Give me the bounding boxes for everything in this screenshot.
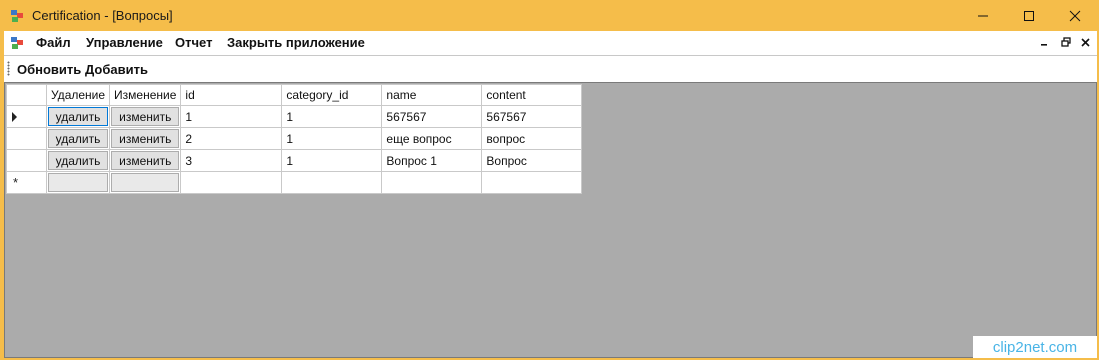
edit-button[interactable]: изменить <box>111 129 180 148</box>
top-left-header-cell[interactable] <box>6 84 47 106</box>
table-row: удалить изменить 2 1 еще вопрос вопрос <box>6 127 583 150</box>
column-header-name[interactable]: name <box>381 84 483 106</box>
main-window: Файл Управление Отчет Закрыть приложение… <box>4 31 1097 358</box>
cell-name[interactable]: еще вопрос <box>381 127 483 150</box>
column-header-content[interactable]: content <box>481 84 583 106</box>
edit-cell: изменить <box>109 127 182 150</box>
delete-button[interactable]: удалить <box>48 107 109 126</box>
edit-button[interactable]: изменить <box>111 151 180 170</box>
header-row: Удаление Изменение id category_id name c… <box>6 84 583 106</box>
cell-name[interactable]: 567567 <box>381 105 483 128</box>
refresh-button[interactable]: Обновить <box>17 62 81 77</box>
cell-content[interactable]: Вопрос <box>481 149 583 172</box>
edit-cell <box>109 171 182 194</box>
row-header[interactable] <box>6 149 47 172</box>
column-header-delete[interactable]: Удаление <box>45 84 111 106</box>
title-bar: Certification - [Вопросы] <box>0 0 1099 31</box>
cell-category-id[interactable]: 1 <box>281 105 383 128</box>
menu-file[interactable]: Файл <box>34 35 73 50</box>
new-cell-category-id[interactable] <box>281 171 383 194</box>
delete-cell: удалить <box>45 105 111 128</box>
maximize-button[interactable] <box>1006 0 1052 31</box>
new-row-asterisk-icon: * <box>13 175 19 190</box>
mdi-close-button[interactable] <box>1078 34 1092 50</box>
menu-close-app[interactable]: Закрыть приложение <box>225 35 367 50</box>
edit-cell: изменить <box>109 105 182 128</box>
delete-button[interactable]: удалить <box>48 129 109 148</box>
delete-cell: удалить <box>45 127 111 150</box>
new-row-header[interactable]: * <box>6 171 47 194</box>
window-title: Certification - [Вопросы] <box>32 8 173 23</box>
new-cell-content[interactable] <box>481 171 583 194</box>
column-header-category-id[interactable]: category_id <box>281 84 383 106</box>
cell-content[interactable]: вопрос <box>481 127 583 150</box>
data-grid: Удаление Изменение id category_id name c… <box>4 82 1097 358</box>
row-header[interactable] <box>6 127 47 150</box>
cell-name[interactable]: Вопрос 1 <box>381 149 483 172</box>
menu-manage[interactable]: Управление <box>84 35 165 50</box>
add-button[interactable]: Добавить <box>85 62 148 77</box>
cell-id[interactable]: 3 <box>180 149 283 172</box>
new-cell-name[interactable] <box>381 171 483 194</box>
toolbar-grip-icon[interactable] <box>7 61 10 76</box>
mdi-minimize-icon <box>1041 44 1047 46</box>
edit-button[interactable]: изменить <box>111 107 180 126</box>
new-cell-id[interactable] <box>180 171 283 194</box>
toolbar: Обновить Добавить <box>4 56 1097 82</box>
column-header-edit[interactable]: Изменение <box>109 84 182 106</box>
column-header-id[interactable]: id <box>180 84 283 106</box>
delete-cell <box>45 171 111 194</box>
app-icon <box>11 10 23 22</box>
mdi-restore-button[interactable] <box>1059 34 1073 50</box>
new-row-edit-button[interactable] <box>111 173 180 192</box>
mdi-app-icon[interactable] <box>10 36 24 50</box>
close-icon <box>1069 10 1081 21</box>
cell-content[interactable]: 567567 <box>481 105 583 128</box>
cell-id[interactable]: 2 <box>180 127 283 150</box>
new-row: * <box>6 171 583 194</box>
minimize-icon <box>978 15 988 16</box>
menu-bar: Файл Управление Отчет Закрыть приложение <box>4 31 1097 55</box>
delete-button[interactable]: удалить <box>48 151 109 170</box>
watermark-logo: clip2net.com <box>973 336 1097 358</box>
delete-cell: удалить <box>45 149 111 172</box>
questions-table: Удаление Изменение id category_id name c… <box>6 84 583 194</box>
minimize-button[interactable] <box>960 0 1006 31</box>
close-button[interactable] <box>1052 0 1098 31</box>
mdi-minimize-button[interactable] <box>1037 34 1051 50</box>
new-row-delete-button[interactable] <box>48 173 109 192</box>
maximize-icon <box>1024 10 1034 21</box>
edit-cell: изменить <box>109 149 182 172</box>
table-row: удалить изменить 3 1 Вопрос 1 Вопрос <box>6 149 583 172</box>
cell-category-id[interactable]: 1 <box>281 127 383 150</box>
menu-report[interactable]: Отчет <box>173 35 214 50</box>
mdi-close-icon <box>1080 37 1090 47</box>
row-header[interactable] <box>6 105 47 128</box>
table-row: удалить изменить 1 1 567567 567567 <box>6 105 583 128</box>
cell-category-id[interactable]: 1 <box>281 149 383 172</box>
current-row-arrow-icon <box>12 112 17 122</box>
cell-id[interactable]: 1 <box>180 105 283 128</box>
mdi-restore-icon <box>1061 37 1071 47</box>
